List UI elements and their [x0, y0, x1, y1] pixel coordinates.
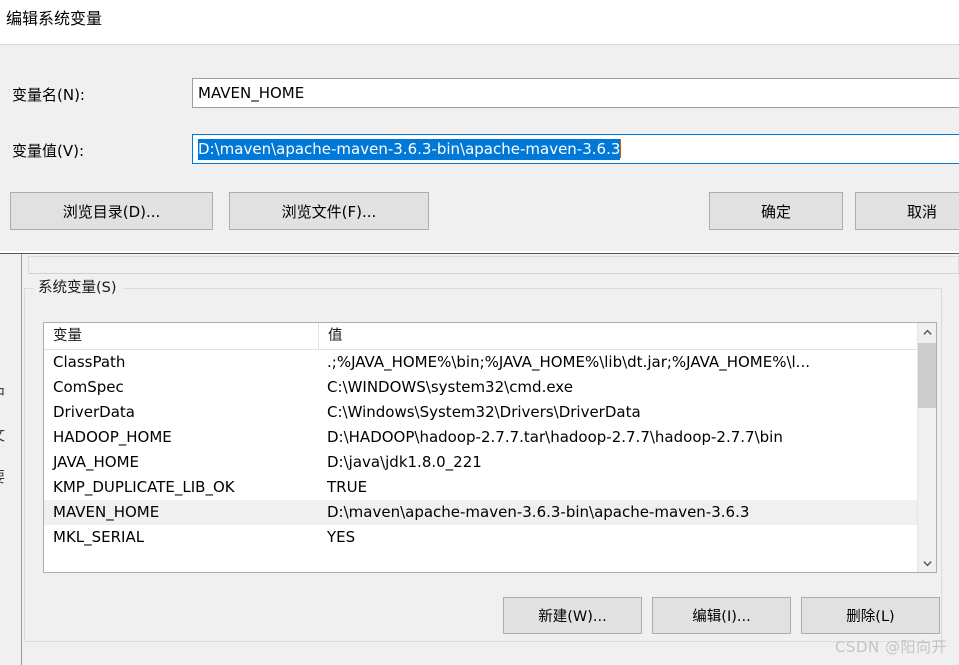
listview-header: 变量 值 — [44, 323, 936, 350]
table-cell-variable: MAVEN_HOME — [53, 503, 160, 521]
table-row[interactable]: MKL_SERIAL YES — [44, 525, 936, 550]
listview-body: ClassPath .;%JAVA_HOME%\bin;%JAVA_HOME%\l… — [44, 350, 936, 572]
table-cell-value: .;%JAVA_HOME%\bin;%JAVA_HOME%\lib\dt.jar… — [327, 353, 810, 371]
background-clipped-text: 中 文 要 — [0, 372, 21, 498]
table-row[interactable]: KMP_DUPLICATE_LIB_OK TRUE — [44, 475, 936, 500]
table-cell-value: C:\Windows\System32\Drivers\DriverData — [327, 403, 641, 421]
csdn-watermark: CSDN @阳向开 — [834, 638, 947, 656]
scrollbar-thumb[interactable] — [918, 343, 936, 408]
new-variable-button[interactable]: 新建(W)... — [503, 597, 642, 634]
table-cell-value: D:\HADOOP\hadoop-2.7.7.tar\hadoop-2.7.7\… — [327, 428, 783, 446]
delete-variable-button[interactable]: 删除(L) — [801, 597, 940, 634]
scroll-up-icon[interactable] — [918, 323, 936, 341]
column-header-variable[interactable]: 变量 — [44, 323, 318, 349]
browse-file-button[interactable]: 浏览文件(F)... — [229, 192, 429, 230]
cancel-button[interactable]: 取消 — [855, 192, 959, 230]
table-row[interactable]: MAVEN_HOME D:\maven\apache-maven-3.6.3-bi… — [44, 500, 936, 525]
edit-variable-button[interactable]: 编辑(I)... — [652, 597, 791, 634]
table-cell-value: C:\WINDOWS\system32\cmd.exe — [327, 378, 573, 396]
browse-directory-button[interactable]: 浏览目录(D)... — [10, 192, 213, 230]
table-row[interactable]: JAVA_HOME D:\java\jdk1.8.0_221 — [44, 450, 936, 475]
table-cell-value: D:\maven\apache-maven-3.6.3-bin\apache-m… — [327, 503, 750, 521]
table-cell-value: YES — [327, 528, 356, 546]
variable-name-input[interactable]: MAVEN_HOME — [192, 78, 959, 108]
table-cell-variable: DriverData — [53, 403, 135, 421]
table-cell-value: D:\java\jdk1.8.0_221 — [327, 453, 482, 471]
table-cell-variable: JAVA_HOME — [53, 453, 140, 471]
background-upper-panel-inner — [28, 256, 959, 274]
system-variables-listview[interactable]: 变量 值 ClassPath .;%JAVA_HOME%\bin;%JAVA_HO… — [43, 322, 937, 573]
variable-name-label: 变量名(N): — [12, 86, 85, 104]
text-caret — [620, 139, 622, 158]
variable-value-selected-text: D:\maven\apache-maven-3.6.3-bin\apache-m… — [198, 139, 621, 160]
system-variables-groupbox-label: 系统变量(S) — [34, 278, 123, 298]
variable-value-label: 变量值(V): — [12, 142, 85, 160]
table-cell-value: TRUE — [327, 478, 368, 496]
table-row[interactable]: ClassPath .;%JAVA_HOME%\bin;%JAVA_HOME%\l… — [44, 350, 936, 375]
table-row[interactable]: DriverData C:\Windows\System32\Drivers\Dr… — [44, 400, 936, 425]
scroll-down-icon[interactable] — [918, 554, 936, 572]
table-cell-variable: ClassPath — [53, 353, 126, 371]
edit-dialog-title: 编辑系统变量 — [6, 9, 103, 28]
variable-value-input[interactable]: D:\maven\apache-maven-3.6.3-bin\apache-m… — [192, 134, 959, 164]
ok-button[interactable]: 确定 — [709, 192, 843, 230]
column-header-value[interactable]: 值 — [318, 323, 913, 349]
listview-scrollbar[interactable] — [917, 323, 936, 572]
table-row[interactable]: ComSpec C:\WINDOWS\system32\cmd.exe — [44, 375, 936, 400]
table-cell-variable: KMP_DUPLICATE_LIB_OK — [53, 478, 235, 496]
table-cell-variable: HADOOP_HOME — [53, 428, 172, 446]
screen-root: 中 文 要 系统变量(S) 变量 值 ClassPath .;%JAVA_HOME… — [0, 0, 959, 665]
table-cell-variable: ComSpec — [53, 378, 124, 396]
table-cell-variable: MKL_SERIAL — [53, 528, 145, 546]
background-window-left-strip: 中 文 要 — [0, 254, 22, 665]
table-row[interactable]: HADOOP_HOME D:\HADOOP\hadoop-2.7.7.tar\ha… — [44, 425, 936, 450]
